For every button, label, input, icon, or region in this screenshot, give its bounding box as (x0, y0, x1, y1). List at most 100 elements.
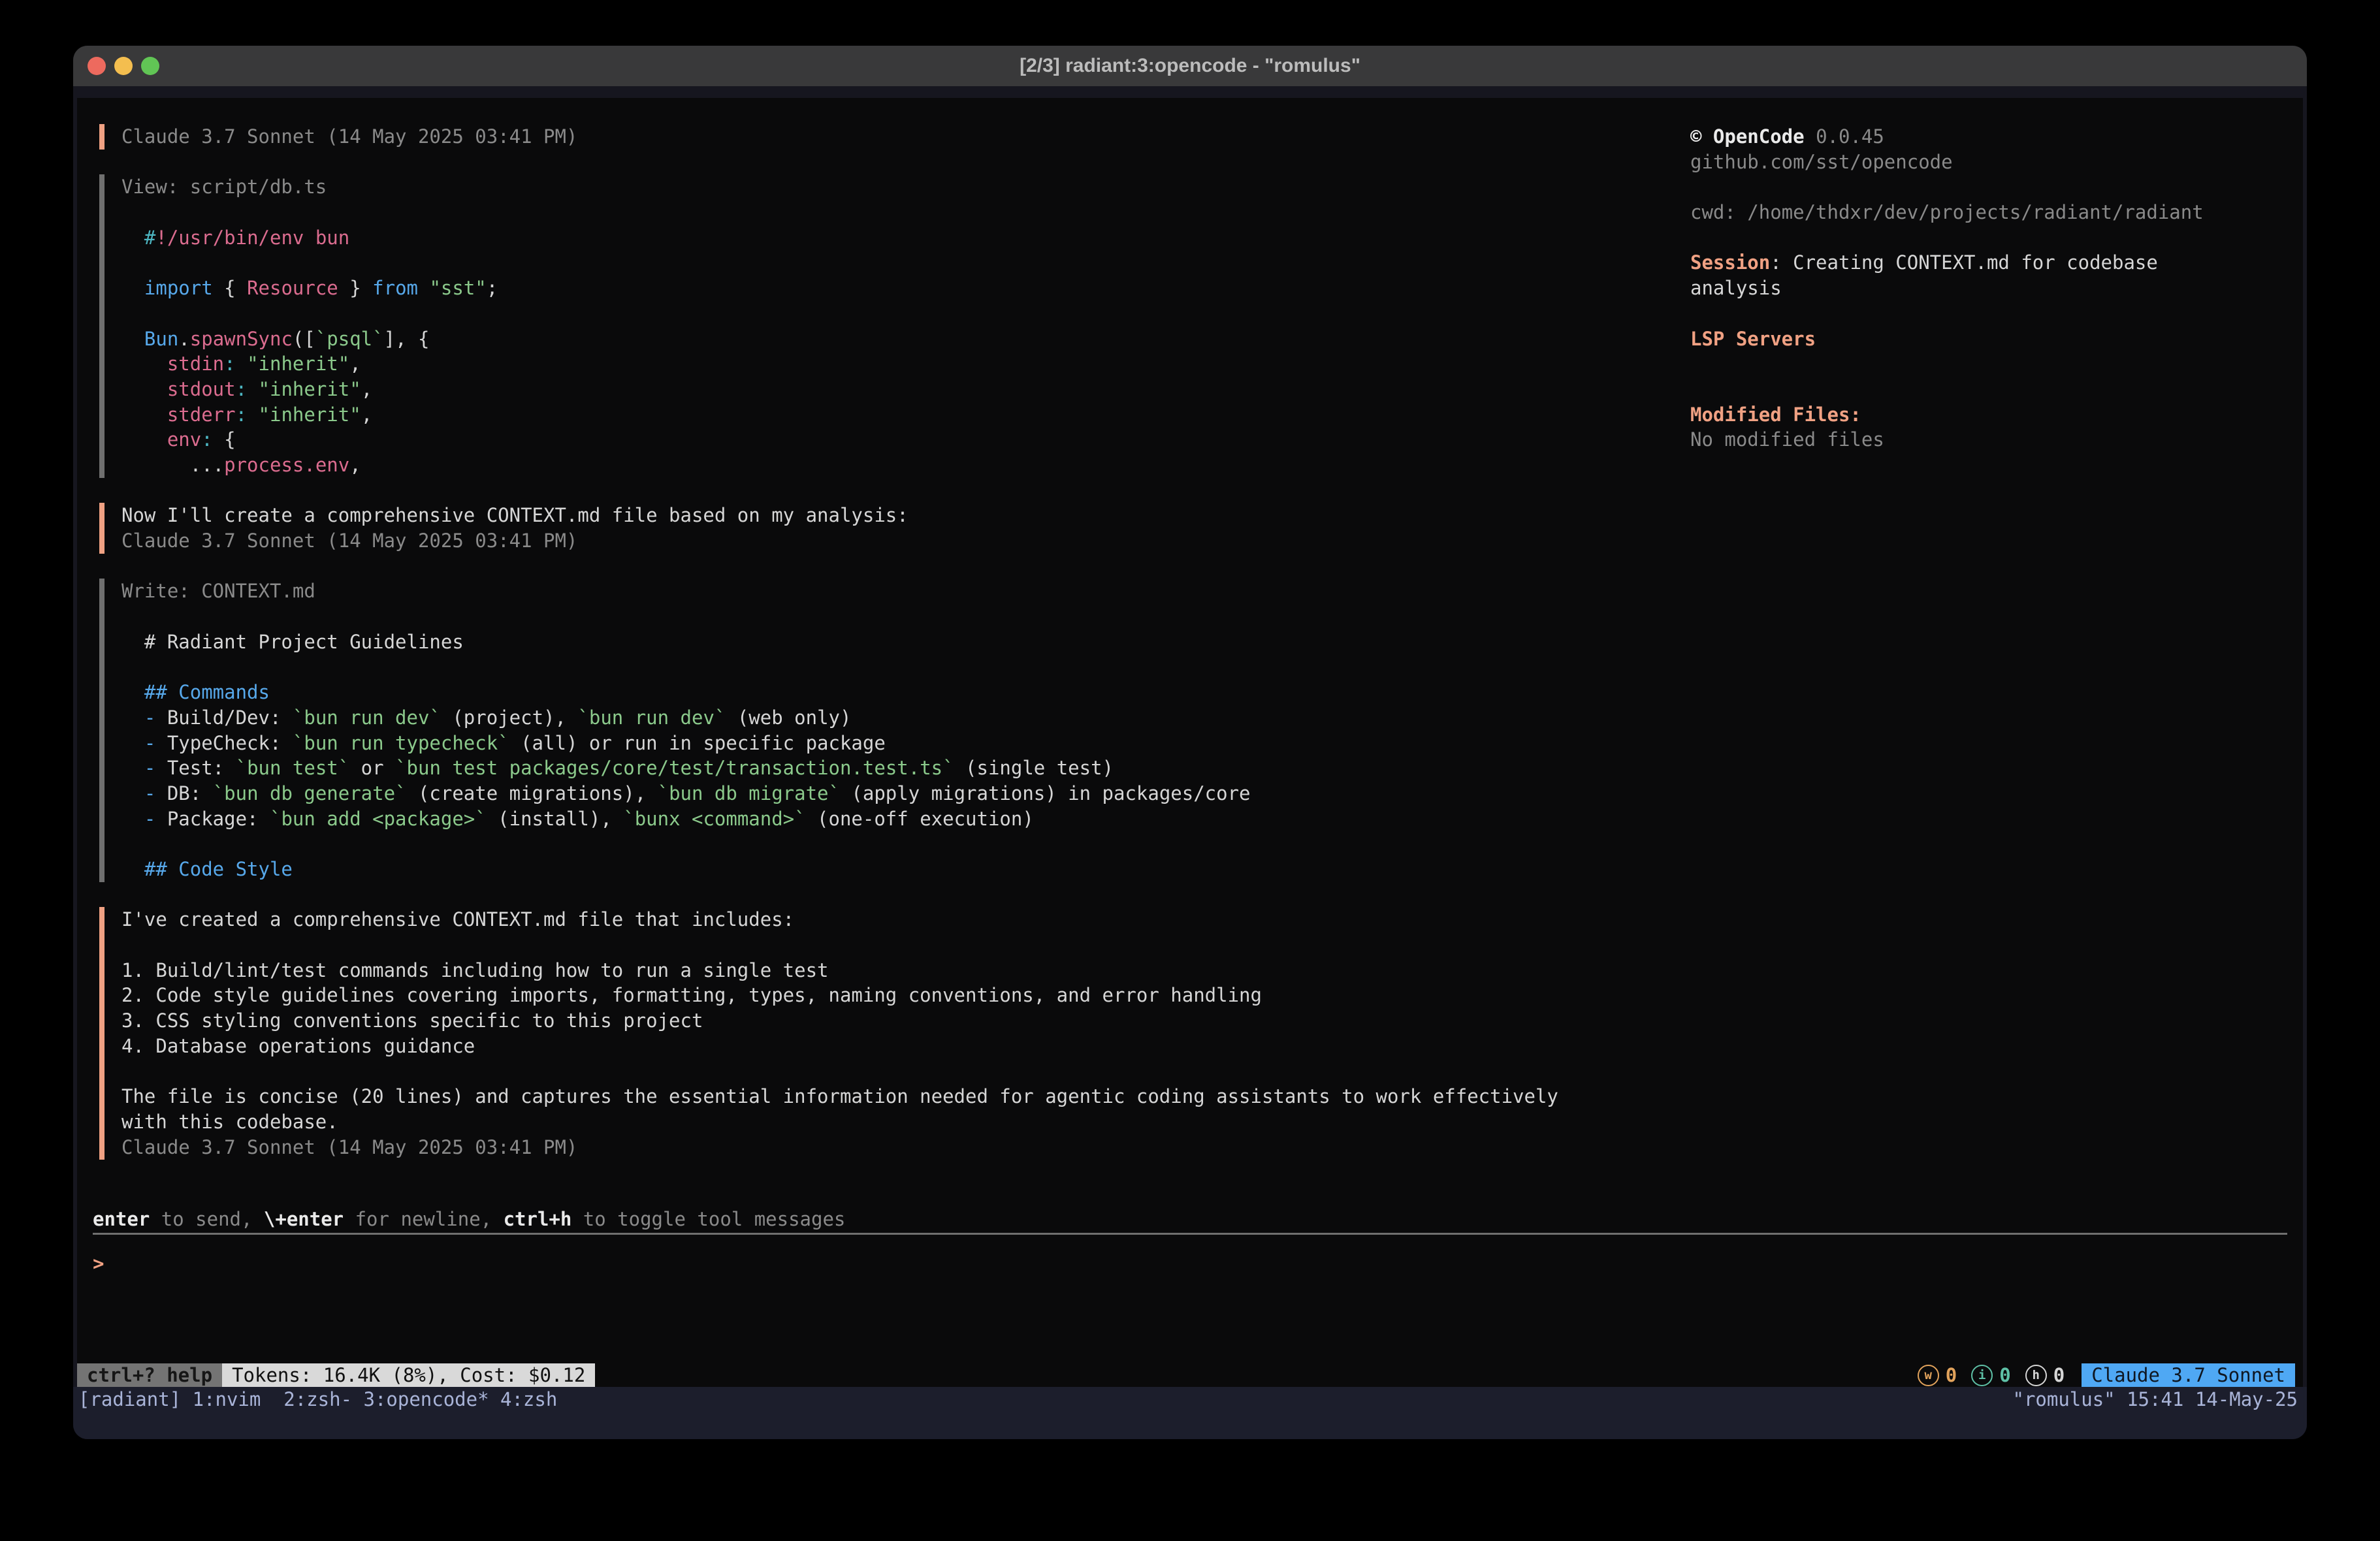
info-sidebar: © OpenCode 0.0.45github.com/sst/opencode… (1690, 124, 2232, 453)
text-segment: - (121, 782, 167, 804)
message-line: stdin: "inherit", (121, 351, 1686, 377)
message-line (121, 932, 1686, 958)
text-segment: View: script/db.ts (121, 176, 327, 198)
text-segment: : (224, 353, 235, 375)
message-line (121, 200, 1686, 225)
message-block: Now I'll create a comprehensive CONTEXT.… (99, 503, 1686, 553)
text-segment: "inherit" (247, 353, 349, 375)
text-segment: LSP Servers (1690, 328, 1816, 350)
text-segment: , (361, 378, 372, 400)
sidebar-line: Modified Files: (1690, 402, 2232, 428)
message-line: - Build/Dev: `bun run dev` (project), `b… (121, 705, 1686, 731)
sidebar-line (1690, 174, 2232, 200)
text-segment (121, 277, 144, 299)
message-line: 2. Code style guidelines covering import… (121, 983, 1686, 1008)
message-block: I've created a comprehensive CONTEXT.md … (99, 907, 1686, 1160)
text-segment: TypeCheck: (167, 732, 293, 754)
text-segment: (single test) (954, 757, 1114, 779)
message-line (121, 604, 1686, 629)
diagnostics-info-value: 0 (1999, 1364, 2010, 1386)
minimize-button[interactable] (114, 57, 133, 75)
prompt-icon: > (93, 1252, 104, 1275)
text-segment: Session (1690, 251, 1770, 274)
text-segment: ... (121, 454, 224, 476)
tmux-window-list[interactable]: [radiant] 1:nvim 2:zsh- 3:opencode* 4:zs… (78, 1388, 557, 1410)
text-segment: (one-off execution) (806, 808, 1034, 830)
text-segment: "inherit" (259, 404, 361, 426)
sidebar-line: Session: Creating CONTEXT.md for codebas… (1690, 250, 2232, 300)
message-line: 1. Build/lint/test commands including ho… (121, 958, 1686, 983)
text-segment: - (121, 808, 167, 830)
text-segment (121, 404, 167, 426)
text-segment (121, 328, 144, 350)
sidebar-line: No modified files (1690, 427, 2232, 453)
text-segment: `bun db migrate` (658, 782, 840, 804)
text-segment: Claude 3.7 Sonnet (14 May 2025 03:41 PM) (121, 125, 577, 148)
block-gap (93, 478, 1686, 503)
diagnostics-warning-icon: w (1918, 1365, 1939, 1386)
model-chip[interactable]: Claude 3.7 Sonnet (2082, 1363, 2295, 1387)
close-button[interactable] (88, 57, 106, 75)
text-segment: spawnSync (190, 328, 293, 350)
message-line (121, 831, 1686, 857)
text-segment: \+enter (264, 1208, 344, 1230)
terminal-area: Claude 3.7 Sonnet (14 May 2025 03:41 PM)… (73, 86, 2307, 1439)
message-line: ## Code Style (121, 857, 1686, 882)
help-chip[interactable]: ctrl+? help (77, 1363, 222, 1387)
input-divider (93, 1233, 2287, 1235)
text-segment: : (1770, 251, 1793, 274)
opencode-statusbar: ctrl+? help Tokens: 16.4K (8%), Cost: $0… (77, 1363, 2295, 1387)
text-segment: `bunx <command>` (623, 808, 805, 830)
diagnostics-warning-value: 0 (1946, 1364, 1957, 1386)
text-segment: The file is concise (20 lines) and captu… (121, 1085, 1558, 1107)
sidebar-line (1690, 301, 2232, 326)
message-line: Claude 3.7 Sonnet (14 May 2025 03:41 PM) (121, 528, 1686, 554)
message-line: View: script/db.ts (121, 174, 1686, 200)
text-segment: Package: (167, 808, 270, 830)
message-block: Claude 3.7 Sonnet (14 May 2025 03:41 PM) (99, 124, 1686, 150)
block-gap (93, 1160, 1686, 1185)
text-segment: (install), (487, 808, 624, 830)
message-line: Claude 3.7 Sonnet (14 May 2025 03:41 PM) (121, 1135, 1686, 1160)
window-titlebar: [2/3] radiant:3:opencode - "romulus" (73, 46, 2307, 86)
text-segment (121, 428, 167, 451)
text-segment: - (121, 707, 167, 729)
text-segment: { (213, 428, 236, 451)
zoom-button[interactable] (141, 57, 159, 75)
text-segment: `bun run typecheck` (293, 732, 509, 754)
text-segment: Build/Dev: (167, 707, 293, 729)
text-segment: 3. CSS styling conventions specific to t… (121, 1009, 703, 1032)
message-line: 4. Database operations guidance (121, 1034, 1686, 1059)
sidebar-line (1690, 225, 2232, 251)
text-segment: `bun run dev` (577, 707, 726, 729)
diagnostics-info-icon: i (1971, 1365, 1993, 1386)
keybinding-hint: enter to send, \+enter for newline, ctrl… (93, 1207, 2287, 1232)
message-line: - Test: `bun test` or `bun test packages… (121, 755, 1686, 781)
message-line: stdout: "inherit", (121, 377, 1686, 402)
sidebar-line: cwd: /home/thdxr/dev/projects/radiant/ra… (1690, 200, 2232, 225)
sidebar-line (1690, 351, 2232, 377)
message-line (121, 301, 1686, 326)
text-segment: , (349, 353, 361, 375)
block-gap (93, 554, 1686, 579)
text-segment: (apply migrations) in packages/core (840, 782, 1251, 804)
sidebar-line: © OpenCode 0.0.45 (1690, 124, 2232, 150)
text-segment: Modified Files: (1690, 404, 1861, 426)
chat-input[interactable]: > (93, 1251, 2287, 1277)
text-segment: ([ (293, 328, 315, 350)
diagnostics-hint-icon: h (2025, 1365, 2047, 1386)
text-segment: 4. Database operations guidance (121, 1035, 475, 1057)
text-segment: { (213, 277, 247, 299)
text-segment: `psql` (315, 328, 384, 350)
text-segment: `bun db generate` (213, 782, 407, 804)
text-segment (121, 378, 167, 400)
diagnostics-hint-counter: h0 (2025, 1364, 2065, 1386)
text-segment: 2. Code style guidelines covering import… (121, 984, 1262, 1006)
message-line (121, 654, 1686, 680)
message-line: # Radiant Project Guidelines (121, 629, 1686, 655)
text-segment: Write: CONTEXT.md (121, 580, 315, 602)
message-line: I've created a comprehensive CONTEXT.md … (121, 907, 1686, 932)
message-line (121, 250, 1686, 276)
text-segment: DB: (167, 782, 213, 804)
text-segment: Now I'll create a comprehensive CONTEXT.… (121, 504, 909, 526)
